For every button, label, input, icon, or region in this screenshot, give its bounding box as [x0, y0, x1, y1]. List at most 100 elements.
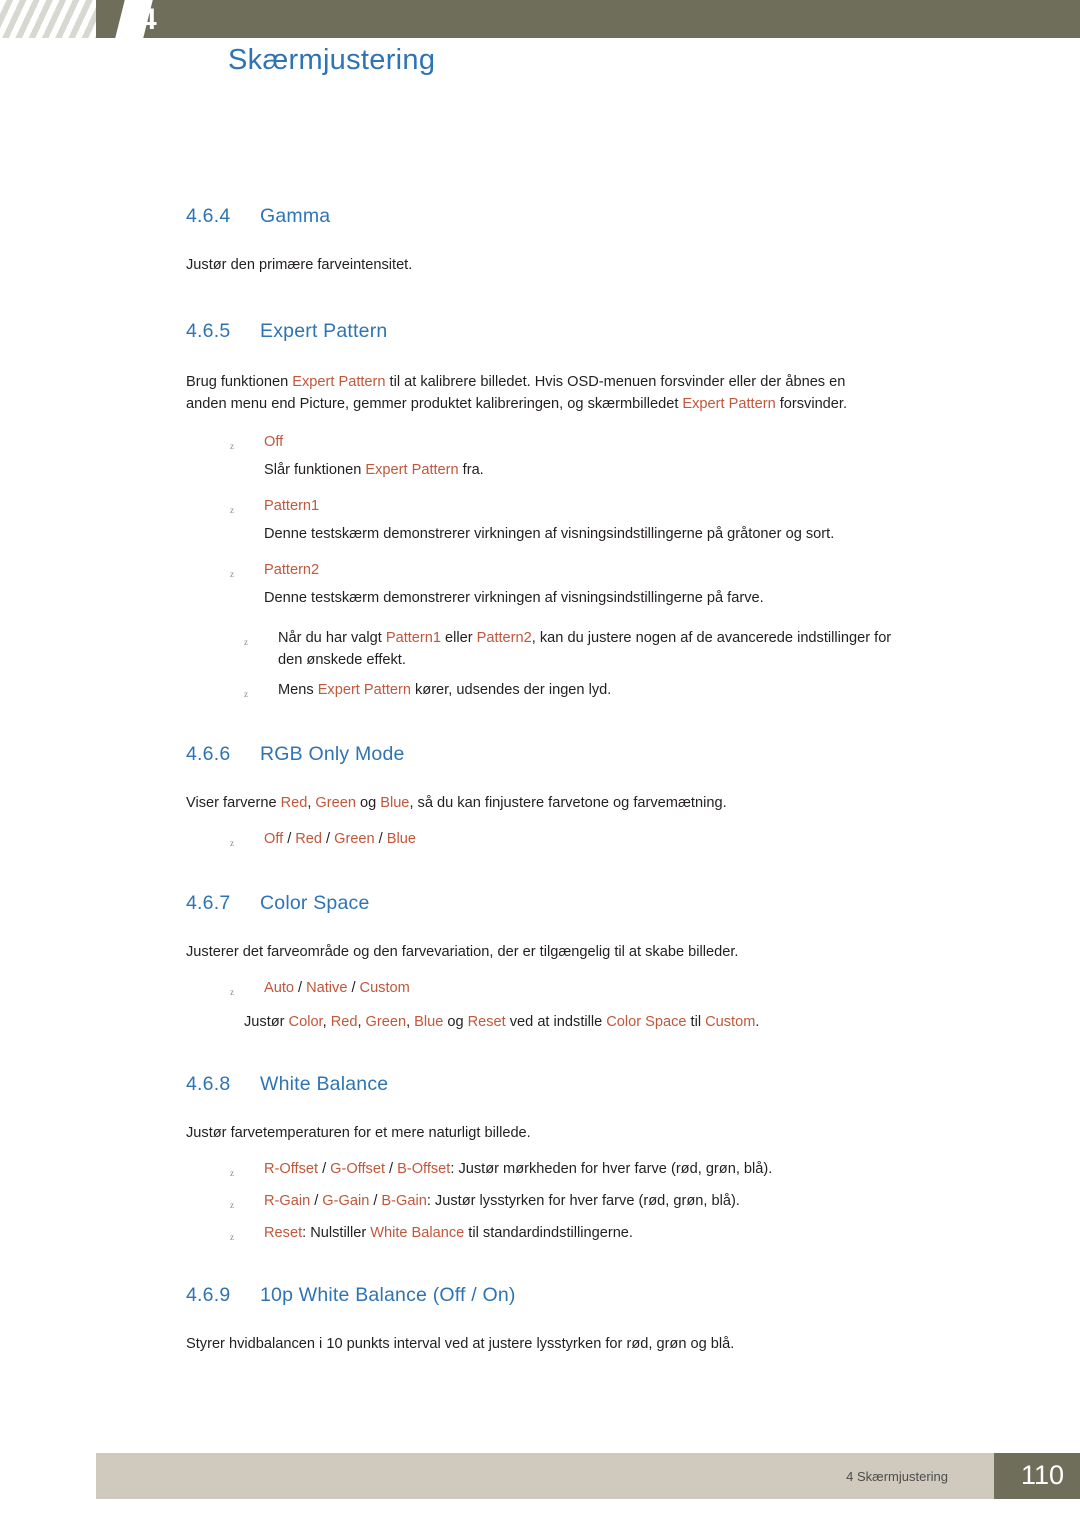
page-title: Skærmjustering	[228, 44, 436, 76]
term-custom: Custom	[705, 1014, 756, 1030]
term-color-space: Color Space	[606, 1014, 687, 1030]
option-green: Green	[334, 831, 375, 847]
text-fragment: forsvinder.	[779, 396, 848, 412]
gamma-intro: Justør den primære farveintensitet.	[186, 257, 413, 273]
text-fragment: til	[690, 1014, 702, 1030]
text-fragment: : Justør mørkheden for hver farve (rød, …	[450, 1161, 773, 1177]
section-heading-expert-pattern: 4.6.5 Expert Pattern	[186, 320, 1026, 343]
text-fragment: den ønskede effekt.	[278, 652, 406, 668]
text-fragment: og	[447, 1014, 464, 1030]
section-heading-white-balance: 4.6.8 White Balance	[186, 1073, 1026, 1096]
option-label: Pattern2	[264, 562, 320, 578]
text-fragment: , kan du justere nogen af de avancerede …	[531, 630, 892, 646]
section-title: Gamma	[260, 205, 331, 227]
term-expert-pattern: Expert Pattern	[365, 462, 459, 478]
white-balance-reset-item: Reset: NulstillerWhite Balancetil standa…	[228, 1222, 1026, 1248]
term-red: Red	[280, 795, 308, 811]
white-balance-10p-intro: Styrer hvidbalancen i 10 punkts interval…	[186, 1336, 735, 1352]
color-space-options: Auto/Native/Custom	[228, 977, 1026, 1003]
option-blue: Blue	[386, 831, 416, 847]
term-blue: Blue	[414, 1014, 444, 1030]
section-title: RGB Only Mode	[260, 743, 405, 765]
text-fragment: Slår funktionen	[264, 462, 362, 478]
term-red: Red	[330, 1014, 358, 1030]
term-blue: Blue	[380, 795, 410, 811]
text-fragment: og	[359, 795, 377, 811]
header-olive-bar	[96, 0, 1080, 38]
term-white-balance: White Balance	[370, 1225, 465, 1241]
rgb-only-intro: Viser farverne Red, Green og Blue, så du kan…	[186, 792, 1026, 814]
text-fragment: til at kalibrere billedet. Hvis OSD-menu…	[389, 374, 846, 390]
text-fragment: Mens	[278, 682, 314, 698]
term-b-gain: B-Gain	[381, 1193, 427, 1209]
option-red: Red	[295, 831, 323, 847]
page-header-band: 4	[0, 0, 1080, 38]
list-item-pattern1: Pattern1	[228, 495, 1026, 521]
term-pattern2: Pattern2	[476, 630, 532, 646]
text-fragment: ved at indstille	[509, 1014, 603, 1030]
term-expert-pattern: Expert Pattern	[682, 396, 776, 412]
section-heading-color-space: 4.6.7 Color Space	[186, 892, 1026, 915]
section-number: 4.6.8	[186, 1073, 231, 1095]
note-item-1: Når du har valgtPattern1ellerPattern2, k…	[242, 627, 1026, 671]
option-native: Native	[306, 980, 348, 996]
text-fragment: eller	[445, 630, 473, 646]
term-expert-pattern: Expert Pattern	[292, 374, 386, 390]
option-label: Pattern1	[264, 498, 320, 514]
section-number: 4.6.9	[186, 1284, 231, 1306]
term-b-offset: B-Offset	[397, 1161, 451, 1177]
color-space-intro: Justerer det farveområde og den farvevar…	[186, 944, 739, 960]
section-title: Expert Pattern	[260, 320, 388, 342]
expert-pattern-intro: Brug funktionen Expert Pattern til at kali…	[186, 371, 1026, 415]
list-item-off-desc: Slår funktionen Expert Pattern fra.	[264, 459, 1026, 481]
text-fragment: kører, udsendes der ingen lyd.	[414, 682, 612, 698]
header-hatch-decoration	[0, 0, 96, 38]
text-fragment: Brug funktionen	[186, 374, 289, 390]
term-color: Color	[288, 1014, 323, 1030]
section-title: White Balance	[260, 1073, 389, 1095]
option-label: Off	[264, 434, 284, 450]
text-fragment: : Justør lysstyrken for hver farve (rød,…	[426, 1193, 740, 1209]
term-pattern1: Pattern1	[385, 630, 442, 646]
document-content: 4.6.4 Gamma Justør den primære farveinten…	[186, 205, 1026, 1355]
text-fragment: : Nulstiller	[302, 1225, 367, 1241]
term-green: Green	[315, 795, 356, 811]
term-reset: Reset	[264, 1225, 303, 1241]
white-balance-offset-item: R-Offset/G-Offset/B-Offset: Justør mørkh…	[228, 1158, 1026, 1184]
white-balance-gain-item: R-Gain/G-Gain/B-Gain: Justør lysstyrken …	[228, 1190, 1026, 1216]
text-fragment: til standardindstillingerne.	[468, 1225, 633, 1241]
rgb-only-options: Off/Red/Green/Blue	[228, 828, 1026, 854]
note-item-2: MensExpert Patternkører, udsendes der in…	[242, 679, 1026, 705]
option-off: Off	[264, 831, 284, 847]
term-expert-pattern: Expert Pattern	[317, 682, 411, 698]
option-auto: Auto	[264, 980, 295, 996]
section-title: Color Space	[260, 892, 370, 914]
list-item-pattern1-desc: Denne testskærm demonstrerer virkningen …	[264, 526, 835, 542]
term-reset: Reset	[467, 1014, 506, 1030]
text-fragment: , så du kan finjustere farvetone og farv…	[409, 795, 727, 811]
section-number: 4.6.7	[186, 892, 231, 914]
text-fragment: fra.	[462, 462, 484, 478]
text-fragment: anden menu end Picture, gemmer produktet…	[186, 396, 679, 412]
footer-page-number: 110	[1020, 1460, 1064, 1490]
chapter-number: 4	[140, 3, 157, 36]
list-item-off: Off	[228, 431, 1026, 457]
option-custom: Custom	[359, 980, 410, 996]
color-space-detail: Justør Color, Red, Green, Blue og Reset ved at …	[244, 1014, 760, 1030]
list-item-pattern2: Pattern2	[228, 559, 1026, 585]
section-title: 10p White Balance (Off / On)	[260, 1284, 516, 1306]
section-heading-rgb-only-mode: 4.6.6 RGB Only Mode	[186, 743, 1026, 766]
text-fragment: Når du har valgt	[278, 630, 382, 646]
term-r-gain: R-Gain	[264, 1193, 311, 1209]
term-green: Green	[365, 1014, 407, 1030]
section-number: 4.6.6	[186, 743, 231, 765]
footer-chapter-label: 4 Skærmjustering	[846, 1469, 948, 1484]
text-fragment: Justør	[244, 1014, 285, 1030]
text-fragment: Viser farverne	[186, 795, 277, 811]
term-r-offset: R-Offset	[264, 1161, 319, 1177]
section-heading-gamma: 4.6.4 Gamma	[186, 205, 1026, 228]
section-number: 4.6.4	[186, 205, 231, 227]
term-g-gain: G-Gain	[322, 1193, 370, 1209]
list-item-pattern2-desc: Denne testskærm demonstrerer virkningen …	[264, 590, 764, 606]
white-balance-intro: Justør farvetemperaturen for et mere nat…	[186, 1125, 531, 1141]
